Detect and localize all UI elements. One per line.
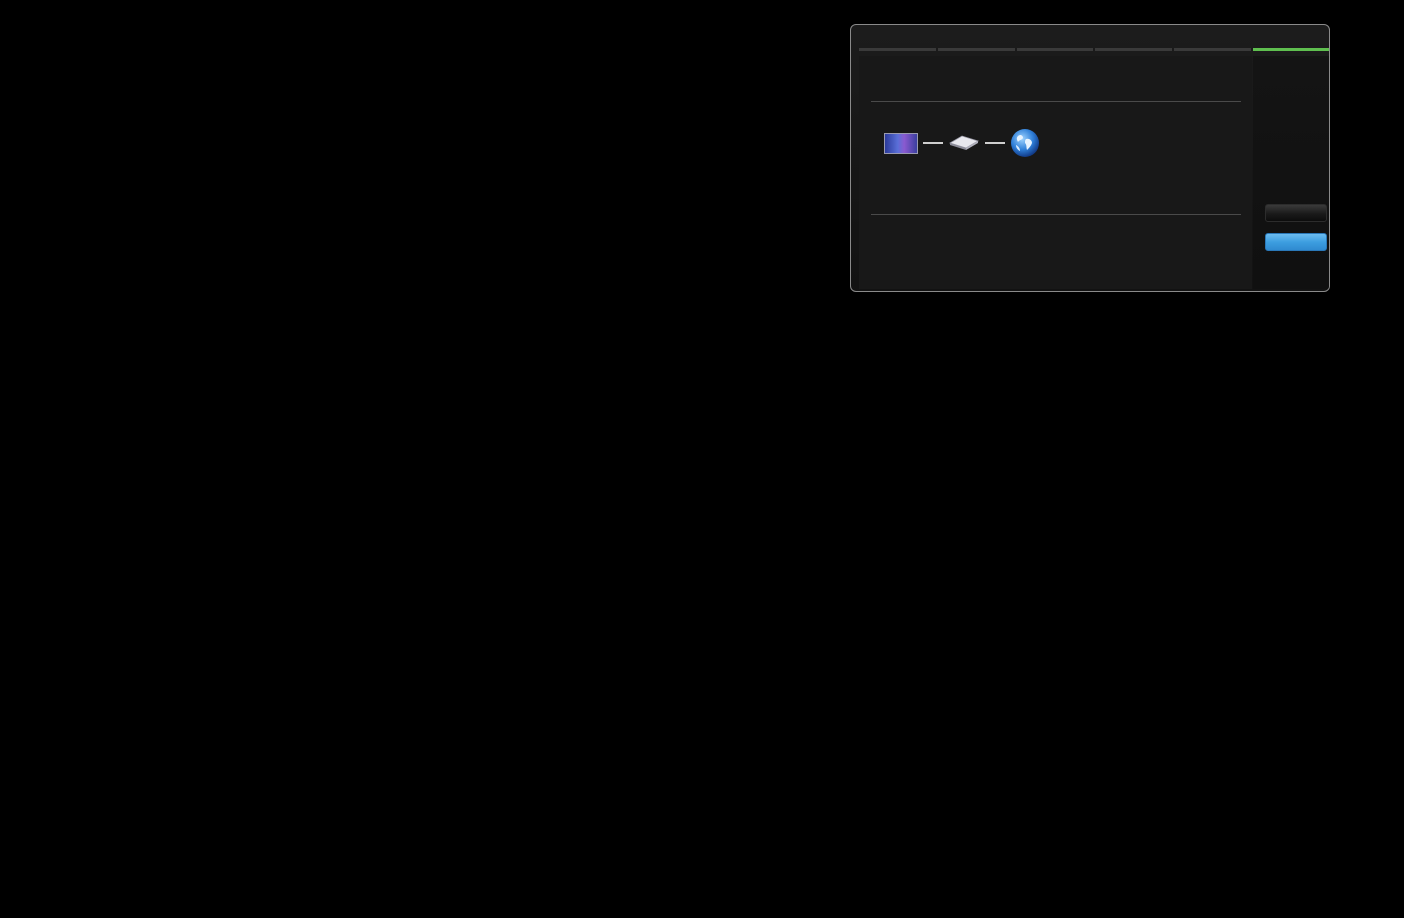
- content-pane: [859, 56, 1252, 289]
- step-5-indicator: [1174, 48, 1252, 51]
- tv-icon: [884, 132, 918, 154]
- secondary-button[interactable]: [1265, 204, 1327, 222]
- step-1-indicator: [859, 48, 936, 51]
- divider-bottom: [871, 214, 1241, 215]
- step-6-indicator: [1253, 48, 1329, 51]
- button-pane: [1253, 56, 1329, 289]
- step-3-indicator: [1016, 48, 1094, 51]
- connection-line: [985, 142, 1005, 144]
- step-progress-bar: [859, 48, 1329, 52]
- step-4-indicator: [1095, 48, 1173, 51]
- connection-diagram: [884, 128, 1040, 158]
- network-setup-dialog: [850, 24, 1330, 292]
- connection-line: [923, 142, 943, 144]
- primary-button[interactable]: [1265, 233, 1327, 251]
- router-icon: [948, 134, 980, 152]
- divider-top: [871, 101, 1241, 102]
- globe-icon: [1010, 128, 1040, 158]
- step-2-indicator: [937, 48, 1015, 51]
